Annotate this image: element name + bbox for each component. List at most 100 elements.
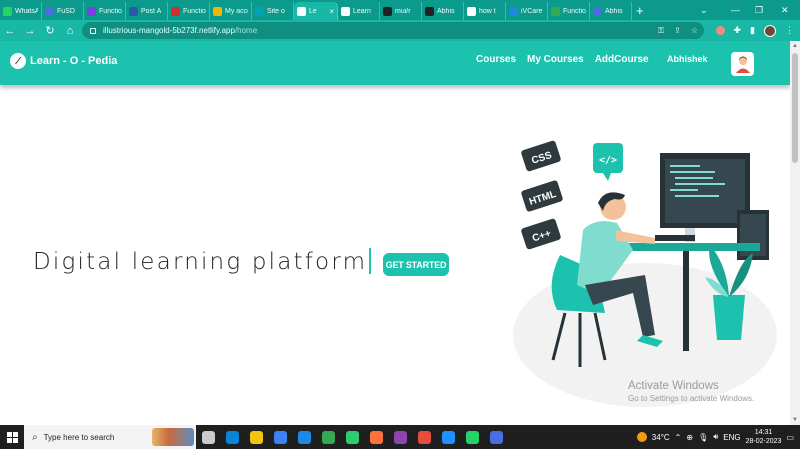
firefox-icon[interactable] [364, 425, 388, 449]
browser-tab[interactable]: Abhis [590, 2, 632, 20]
clock[interactable]: 14:31 28-02-2023 [746, 428, 782, 446]
store-icon-glyph [273, 430, 287, 444]
whatsapp-icon-glyph [465, 430, 479, 444]
windows-taskbar: ⌕ Type here to search 34°C ⌃ ⊕ 🎙︎ 🔊︎ ENG… [0, 425, 800, 449]
scrollbar-thumb[interactable] [792, 53, 798, 163]
browser-tab[interactable]: mui/r [380, 2, 422, 20]
mail-icon[interactable] [292, 425, 316, 449]
browser-tab[interactable]: Functions [168, 2, 210, 20]
browser-tab[interactable]: Abhis [422, 2, 464, 20]
user-avatar-icon [735, 56, 750, 73]
tab-search-chevron-icon[interactable]: ⌄ [700, 0, 708, 20]
nav-link-courses[interactable]: Courses [476, 54, 516, 65]
css-tag: CSS [521, 140, 561, 172]
tab-label: how t [479, 7, 496, 15]
restore-button[interactable]: ❐ [755, 0, 763, 20]
scroll-down-icon[interactable]: ▼ [790, 415, 800, 425]
tab-label: My account [225, 7, 248, 15]
extensions-puzzle-icon[interactable]: ✚ [734, 25, 742, 36]
tab-label: Site o [267, 7, 285, 15]
desk [620, 243, 760, 251]
tab-favicon-icon [551, 6, 560, 16]
plant-pot [713, 295, 745, 340]
browser-tab[interactable]: Learn [338, 2, 380, 20]
taskbar-search[interactable]: ⌕ Type here to search [24, 425, 196, 449]
tab-label: Abhis [437, 7, 455, 15]
home-icon[interactable]: ⌂ [60, 25, 80, 37]
nav-link-add-course[interactable]: AddCourse [595, 54, 649, 65]
reload-icon[interactable]: ↻ [40, 24, 60, 37]
browser-tab[interactable]: FuSD [42, 2, 84, 20]
key-icon[interactable]: ⚿ [658, 26, 664, 36]
nav-link-my-courses[interactable]: My Courses [527, 54, 584, 65]
zoom-icon[interactable] [484, 425, 508, 449]
menu-kebab-icon[interactable]: ⋮ [785, 25, 794, 36]
chrome-dev-icon-glyph [417, 430, 431, 444]
tab-favicon-icon [3, 6, 12, 16]
svg-text:</>: </> [599, 155, 617, 166]
git-icon[interactable] [340, 425, 364, 449]
weather-icon[interactable] [636, 432, 647, 442]
brand-name: Learn - O - Pedia [30, 55, 118, 67]
user-avatar[interactable] [731, 52, 754, 76]
tab-favicon-icon [213, 6, 222, 16]
chrome-dev-icon[interactable] [412, 425, 436, 449]
app-icon[interactable] [388, 425, 412, 449]
browser-tab[interactable]: WhatsApp [0, 2, 42, 20]
tab-favicon-icon [341, 6, 350, 16]
browser-tab[interactable]: My account [210, 2, 252, 20]
side-panel-icon[interactable]: ▮ [750, 25, 755, 36]
file-explorer-icon[interactable] [244, 425, 268, 449]
minimize-button[interactable]: — [731, 0, 740, 20]
browser-tab[interactable]: iVCare [506, 2, 548, 20]
tab-favicon-icon [255, 6, 264, 16]
developer-illustration: CSS HTML C++ </> [513, 140, 777, 407]
tab-label: Post A [141, 7, 162, 15]
scroll-up-icon[interactable]: ▲ [790, 41, 800, 51]
new-tab-button[interactable]: + [636, 2, 644, 20]
address-bar[interactable]: illustrious-mangold-5b273f.netlify.app/h… [82, 22, 704, 39]
tab-favicon-icon [171, 6, 180, 16]
whatsapp-icon[interactable] [460, 425, 484, 449]
browser-tab[interactable]: Post A [126, 2, 168, 20]
speaker-icon[interactable]: 🔊︎ [713, 432, 718, 442]
browser-tab[interactable]: Site o [252, 2, 294, 20]
edge-icon[interactable] [220, 425, 244, 449]
start-button[interactable] [0, 431, 24, 443]
network-icon[interactable]: ⊕ [686, 433, 693, 442]
edge-icon-glyph [225, 430, 239, 444]
chrome-icon[interactable] [316, 425, 340, 449]
vscode-icon[interactable] [436, 425, 460, 449]
browser-tab[interactable]: Functions [84, 2, 126, 20]
browser-tab[interactable]: Le × [294, 2, 338, 20]
tab-favicon-icon [45, 6, 54, 16]
brand[interactable]: ⁄ Learn - O - Pedia [10, 41, 117, 81]
tab-close-icon[interactable]: × [329, 7, 334, 16]
task-view-icon-glyph [201, 430, 215, 444]
share-icon[interactable]: ⇪ [674, 26, 681, 35]
tab-label: FuSD [57, 7, 75, 15]
notifications-icon[interactable]: ▭ [786, 433, 794, 442]
browser-tab[interactable]: how t [464, 2, 506, 20]
back-icon[interactable]: ← [0, 25, 20, 37]
browser-tab[interactable]: Functio [548, 2, 590, 20]
profile-avatar[interactable] [764, 24, 776, 37]
bookmark-star-icon[interactable]: ☆ [691, 26, 698, 35]
firefox-icon-glyph [369, 430, 383, 444]
mic-icon[interactable]: 🎙︎ [698, 433, 708, 442]
search-highlight-image [152, 428, 194, 446]
extension-color-icon[interactable] [715, 26, 725, 35]
tab-favicon-icon [593, 6, 602, 16]
url-text: illustrious-mangold-5b273f.netlify.app/h… [103, 26, 258, 35]
get-started-button[interactable]: GET STARTED [383, 253, 449, 276]
weather-text[interactable]: 34°C [652, 433, 670, 442]
close-window-button[interactable]: ✕ [781, 0, 789, 20]
page-scrollbar[interactable]: ▲ ▼ [790, 41, 800, 425]
tab-label: Functions [183, 7, 206, 15]
tray-chevron-icon[interactable]: ⌃ [675, 433, 682, 442]
forward-icon[interactable]: → [20, 25, 40, 37]
store-icon[interactable] [268, 425, 292, 449]
language-indicator[interactable]: ENG [723, 433, 740, 442]
browser-tab-strip: WhatsApp FuSD Functions Post A Functions My a… [0, 0, 800, 20]
task-view-icon[interactable] [196, 425, 220, 449]
